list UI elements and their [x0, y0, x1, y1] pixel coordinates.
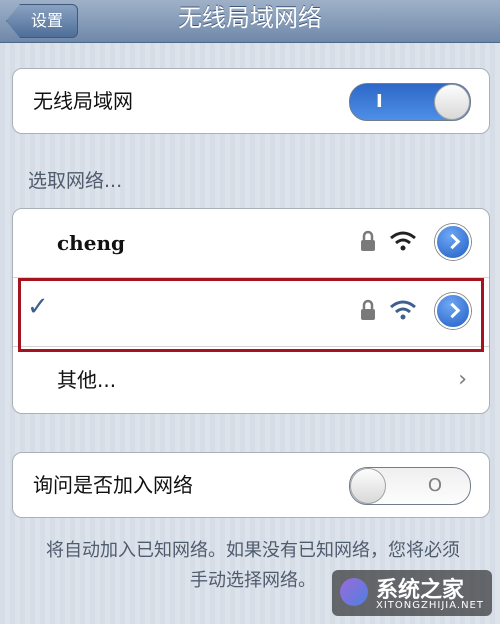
wifi-toggle-label: 无线局域网 [33, 89, 133, 113]
toggle-off-mark: O [427, 475, 442, 496]
network-row-cheng[interactable]: cheng [13, 209, 489, 278]
network-name-other: 其他... [57, 368, 117, 392]
network-row-other[interactable]: 其他... › [13, 347, 489, 413]
navigation-bar: 设置 无线局域网络 [0, 0, 500, 43]
wifi-toggle-row: 无线局域网 I [13, 69, 489, 133]
chevron-right-icon: › [458, 367, 467, 392]
watermark-subtext: XITONGZHIJIA.NET [376, 600, 484, 611]
detail-disclosure-icon[interactable] [435, 224, 471, 260]
wifi-toggle-switch[interactable]: I [349, 83, 471, 121]
ask-join-row: 询问是否加入网络 O [13, 453, 489, 517]
page-title: 无线局域网络 [178, 4, 322, 32]
wifi-icon [390, 231, 416, 251]
ask-join-toggle-switch[interactable]: O [349, 467, 471, 505]
ask-join-label: 询问是否加入网络 [33, 473, 193, 497]
highlight-box [18, 278, 484, 352]
toggle-knob[interactable] [434, 84, 470, 120]
toggle-on-mark: I [376, 91, 383, 112]
watermark: 系统之家 XITONGZHIJIA.NET [332, 570, 492, 616]
watermark-logo-icon [340, 578, 368, 606]
network-name: cheng [57, 231, 125, 255]
toggle-knob[interactable] [350, 468, 386, 504]
lock-icon [361, 230, 375, 251]
ask-join-card: 询问是否加入网络 O [12, 452, 490, 518]
section-label-networks: 选取网络... [28, 170, 123, 192]
wifi-toggle-card: 无线局域网 I [12, 68, 490, 134]
